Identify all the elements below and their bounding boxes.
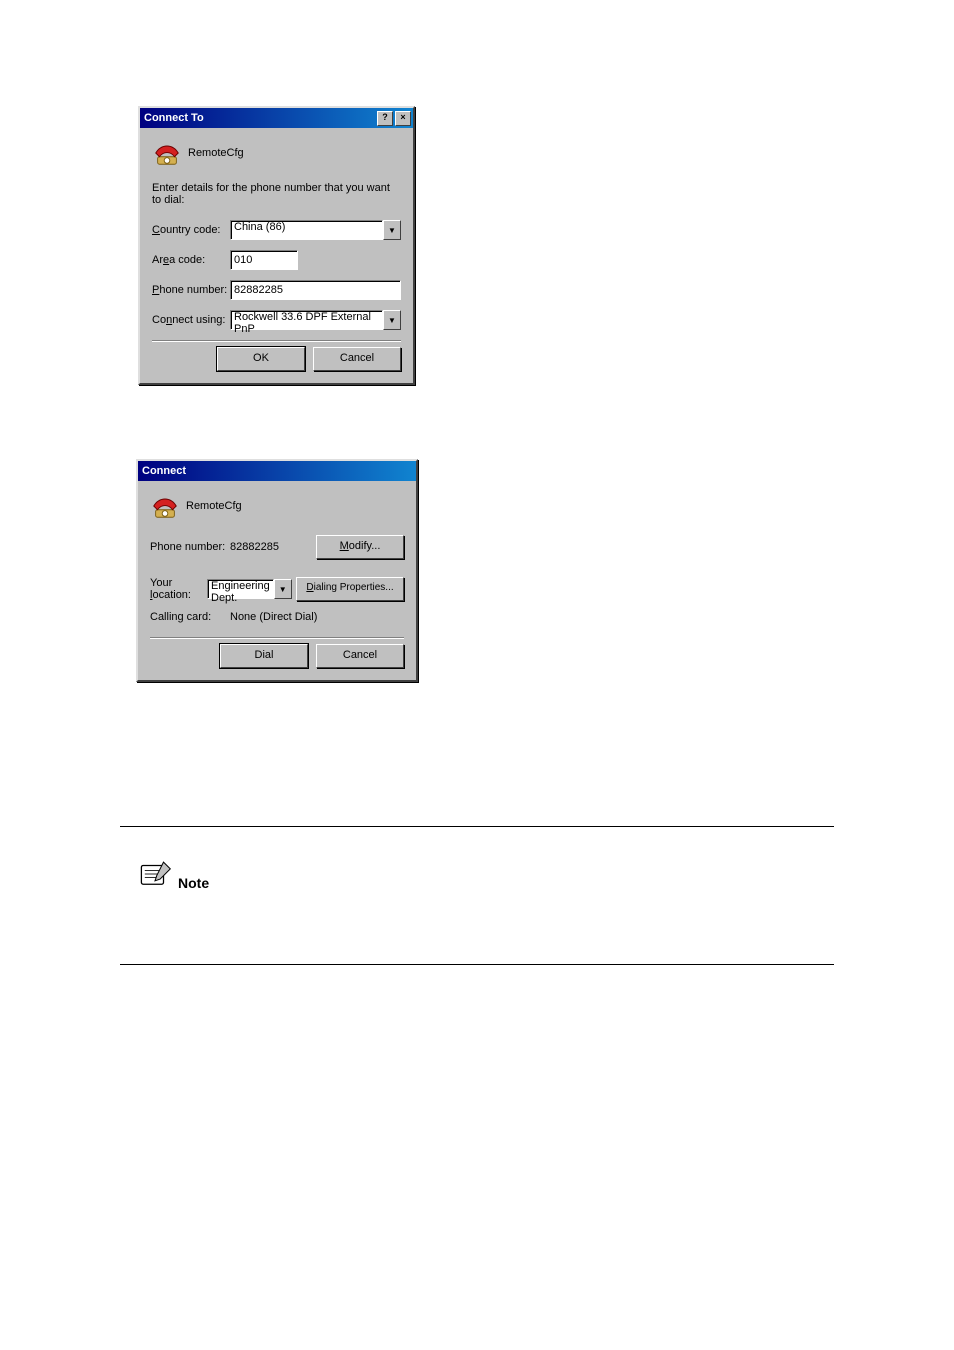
phone-icon: [150, 491, 180, 521]
calling-card-row: Calling card: None (Direct Dial): [150, 611, 404, 623]
phone-number-label: Phone number:: [152, 284, 230, 296]
cancel-button[interactable]: Cancel: [316, 644, 404, 668]
connect-using-combo[interactable]: Rockwell 33.6 DPF External PnP ▼: [230, 310, 401, 330]
dialing-properties-button[interactable]: Dialing Properties...: [296, 577, 404, 601]
divider: [120, 826, 834, 827]
connect-to-dialog: Connect To ? × RemoteCfg Enter details f…: [138, 106, 415, 385]
note-label: Note: [178, 875, 209, 891]
dialog-title: Connect To: [144, 112, 377, 124]
phone-number-row: Phone number:: [152, 280, 401, 300]
chevron-down-icon[interactable]: ▼: [383, 220, 401, 240]
calling-card-value: None (Direct Dial): [230, 611, 317, 623]
modify-button[interactable]: Modify...: [316, 535, 404, 559]
connection-name: RemoteCfg: [188, 147, 244, 159]
header-row: RemoteCfg: [152, 138, 401, 168]
area-code-label: Area code:: [152, 254, 230, 266]
chevron-down-icon[interactable]: ▼: [274, 579, 292, 599]
your-location-label: Your location:: [150, 577, 207, 601]
help-icon[interactable]: ?: [377, 111, 393, 126]
dialog-body: RemoteCfg Enter details for the phone nu…: [140, 128, 413, 383]
area-code-input[interactable]: [230, 250, 298, 270]
note-icon: [138, 860, 172, 891]
instruction-text: Enter details for the phone number that …: [152, 182, 401, 206]
country-code-label: Country code:: [152, 224, 230, 236]
chevron-down-icon[interactable]: ▼: [383, 310, 401, 330]
button-row: Dial Cancel: [150, 637, 404, 668]
country-code-combo[interactable]: China (86) ▼: [230, 220, 401, 240]
titlebar: Connect: [138, 461, 416, 481]
ok-button[interactable]: OK: [217, 347, 305, 371]
calling-card-label: Calling card:: [150, 611, 230, 623]
connect-using-row: Connect using: Rockwell 33.6 DPF Externa…: [152, 310, 401, 330]
connection-name: RemoteCfg: [186, 500, 242, 512]
connect-using-label: Connect using:: [152, 314, 230, 326]
your-location-value[interactable]: Engineering Dept.: [207, 579, 274, 599]
phone-number-value: 82882285: [230, 541, 316, 553]
connect-dialog: Connect RemoteCfg Phone number: 82882285…: [136, 459, 418, 682]
phone-number-row: Phone number: 82882285 Modify...: [150, 535, 404, 559]
close-icon[interactable]: ×: [395, 111, 411, 126]
titlebar: Connect To ? ×: [140, 108, 413, 128]
area-code-row: Area code:: [152, 250, 401, 270]
phone-number-label: Phone number:: [150, 541, 230, 553]
phone-icon: [152, 138, 182, 168]
title-buttons: ? ×: [377, 111, 411, 126]
header-row: RemoteCfg: [150, 491, 404, 521]
phone-number-input[interactable]: [230, 280, 401, 300]
note-row: Note: [138, 860, 209, 891]
country-code-value[interactable]: China (86): [230, 220, 383, 240]
divider: [120, 964, 834, 965]
connect-using-value[interactable]: Rockwell 33.6 DPF External PnP: [230, 310, 383, 330]
dialog-title: Connect: [142, 465, 414, 477]
your-location-combo[interactable]: Engineering Dept. ▼: [207, 579, 292, 599]
your-location-row: Your location: Engineering Dept. ▼ Diali…: [150, 577, 404, 601]
country-code-row: Country code: China (86) ▼: [152, 220, 401, 240]
cancel-button[interactable]: Cancel: [313, 347, 401, 371]
dialog-body: RemoteCfg Phone number: 82882285 Modify.…: [138, 481, 416, 680]
button-row: OK Cancel: [152, 340, 401, 371]
dial-button[interactable]: Dial: [220, 644, 308, 668]
